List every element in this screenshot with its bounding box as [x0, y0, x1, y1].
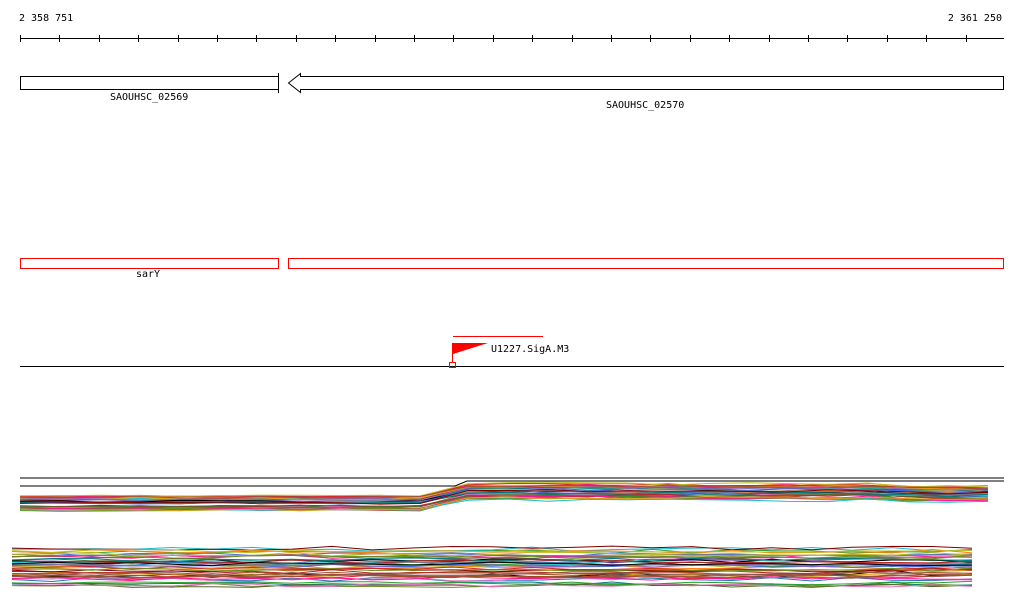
gene-track [20, 72, 1004, 94]
gene-arrow-saouhsc-02569[interactable] [20, 76, 279, 90]
gene-arrow-saouhsc-02570[interactable] [287, 72, 1004, 94]
gene-label-saouhsc-02569: SAOUHSC_02569 [110, 92, 189, 103]
feature-label-sary: sarY [136, 269, 161, 280]
expression-track-b [11, 545, 973, 588]
coordinate-ruler [20, 35, 1004, 42]
site-label: U1227.SigA.M3 [491, 344, 570, 355]
expression-line [11, 580, 973, 586]
feature-box-sary[interactable] [20, 258, 279, 269]
gene-label-saouhsc-02570: SAOUHSC_02570 [606, 100, 685, 111]
expression-track-a [19, 477, 1004, 512]
feature-track [20, 258, 1004, 269]
feature-box-unnamed[interactable] [288, 258, 1004, 269]
site-flag-icon[interactable] [453, 343, 488, 354]
